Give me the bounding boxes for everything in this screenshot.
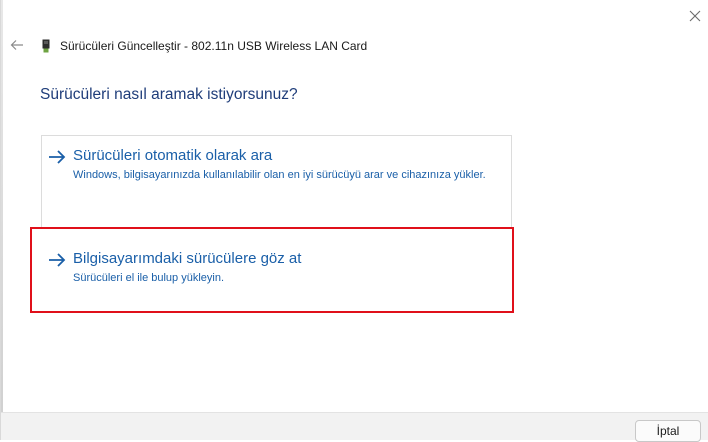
window-edge <box>1 0 3 440</box>
back-arrow-icon <box>10 40 23 50</box>
footer-bar <box>1 412 708 440</box>
browse-my-computer-option[interactable]: Bilgisayarımdaki sürücülere göz at Sürüc… <box>47 249 497 286</box>
option-title: Sürücüleri otomatik olarak ara <box>73 147 273 164</box>
option-description: Windows, bilgisayarınızda kullanılabilir… <box>73 169 486 181</box>
close-icon <box>689 10 701 22</box>
update-drivers-dialog: Sürücüleri Güncelleştir - 802.11n USB Wi… <box>0 0 708 442</box>
back-button[interactable] <box>7 35 27 55</box>
cancel-button[interactable]: İptal <box>635 420 701 442</box>
window-title: Sürücüleri Güncelleştir - 802.11n USB Wi… <box>60 39 368 53</box>
title-bar: Sürücüleri Güncelleştir - 802.11n USB Wi… <box>41 36 367 56</box>
search-automatically-option[interactable]: Sürücüleri otomatik olarak ara Windows, … <box>47 146 497 183</box>
option-description: Sürücüleri el ile bulup yükleyin. <box>73 272 225 284</box>
arrow-right-icon <box>49 253 66 267</box>
usb-device-icon <box>41 38 51 54</box>
close-button[interactable] <box>681 4 708 28</box>
arrow-right-icon <box>49 150 66 164</box>
page-heading: Sürücüleri nasıl aramak istiyorsunuz? <box>40 86 298 103</box>
option-title: Bilgisayarımdaki sürücülere göz at <box>73 250 302 267</box>
